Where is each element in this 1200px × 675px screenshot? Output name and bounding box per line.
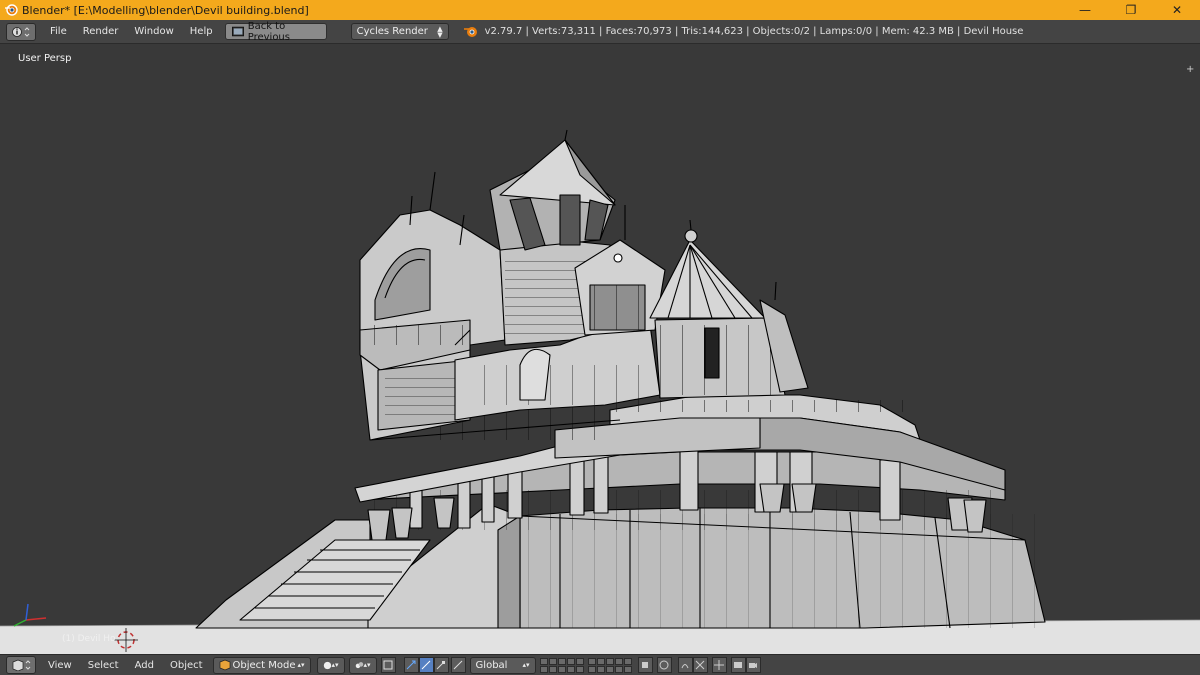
rotate-icon — [421, 660, 431, 670]
opengl-render-button[interactable] — [730, 657, 746, 673]
grid-icon — [714, 660, 725, 670]
manipulator-icon — [383, 660, 393, 670]
layers-grid-b[interactable] — [587, 657, 632, 673]
updown-arrows-icon: ▴▾ — [363, 661, 371, 669]
translate-icon — [406, 660, 416, 670]
cone-tower — [649, 219, 809, 399]
view-perspective-label: User Persp — [18, 53, 72, 64]
active-object-label: (1) Devil Ho — [62, 634, 116, 644]
devil-house-mesh — [195, 129, 1046, 629]
menu-render[interactable]: Render — [75, 26, 127, 37]
camera-icon — [749, 663, 758, 668]
rotate-tool[interactable] — [418, 657, 434, 673]
orientation-value: Global — [475, 659, 508, 671]
blender-window: Blender* [E:\Modelling\blender\Devil bui… — [0, 0, 1200, 675]
updown-arrows-icon: ▴▾ — [522, 661, 530, 669]
opengl-animation-button[interactable] — [745, 657, 761, 673]
transform-extra-tool[interactable] — [450, 657, 466, 673]
scene-statistics: v2.79.7 | Verts:73,311 | Faces:70,973 | … — [484, 26, 1024, 37]
pivot-icon — [355, 661, 363, 668]
cube-editor-icon — [12, 659, 31, 671]
window-controls: — ❐ ✕ — [1062, 0, 1200, 20]
menu-file[interactable]: File — [42, 26, 75, 37]
menu-help[interactable]: Help — [182, 26, 221, 37]
updown-arrows-icon: ▴▾ — [297, 661, 305, 669]
snap-icon — [681, 664, 689, 669]
grid-snap-toggle[interactable] — [711, 657, 727, 673]
shading-icon — [323, 661, 331, 669]
window-title: Blender* [E:\Modelling\blender\Devil bui… — [22, 3, 309, 17]
axis-gizmo — [13, 603, 47, 627]
pivot-dropdown[interactable]: ▴▾ — [348, 656, 377, 674]
scale-icon — [436, 661, 446, 670]
layers-grid-a[interactable] — [539, 657, 584, 673]
properties-toggle[interactable]: + — [1186, 64, 1196, 78]
menu-select[interactable]: Select — [80, 660, 127, 671]
proportional-icon — [659, 660, 669, 670]
viewport-header: View Select Add Object Object Mode ▴▾ ▴▾… — [0, 654, 1200, 675]
screen-icon — [231, 26, 244, 37]
translate-tool[interactable] — [403, 657, 419, 673]
proportional-editing-toggle[interactable] — [656, 657, 672, 673]
render-icon — [734, 662, 743, 668]
editor-type-icon — [12, 26, 30, 37]
back-to-previous-label: Back to Previous — [247, 20, 290, 43]
close-button[interactable]: ✕ — [1154, 0, 1200, 20]
manipulator-toggle[interactable] — [380, 657, 396, 673]
viewport-shading-dropdown[interactable]: ▴▾ — [316, 656, 345, 674]
editor-type-selector-3d[interactable] — [6, 656, 36, 674]
back-to-previous-button[interactable]: Back to Previous — [224, 20, 327, 43]
layers-icon — [642, 662, 649, 668]
lock-camera-toggle[interactable] — [637, 657, 653, 673]
blender-logo-icon — [463, 26, 477, 37]
arrow-icon — [453, 660, 463, 670]
mode-value: Object Mode — [232, 659, 296, 671]
blender-logo-icon — [2, 1, 20, 19]
mode-dropdown[interactable]: Object Mode ▴▾ — [212, 656, 311, 674]
snap-element-dropdown[interactable] — [692, 657, 708, 673]
snap-toggle[interactable] — [677, 657, 693, 673]
menu-object[interactable]: Object — [162, 660, 211, 671]
menu-add[interactable]: Add — [127, 660, 162, 671]
menu-window[interactable]: Window — [126, 26, 181, 37]
updown-arrows-icon: ▲ ▼ — [437, 24, 443, 39]
info-header: File Render Window Help Back to Previous… — [0, 20, 1200, 44]
editor-type-selector[interactable] — [6, 22, 36, 41]
minimize-button[interactable]: — — [1062, 0, 1108, 20]
restore-button[interactable]: ❐ — [1108, 0, 1154, 20]
menu-view[interactable]: View — [40, 660, 80, 671]
render-engine-value: Cycles Render — [356, 26, 428, 37]
snap-element-icon — [695, 660, 705, 670]
title-bar: Blender* [E:\Modelling\blender\Devil bui… — [0, 0, 1200, 20]
scene-render — [0, 129, 1200, 654]
render-engine-dropdown[interactable]: Cycles Render ▲ ▼ — [350, 23, 449, 40]
3d-viewport[interactable]: User Persp (1) Devil Ho + — [0, 44, 1200, 654]
scale-tool[interactable] — [433, 657, 449, 673]
transform-orientation-dropdown[interactable]: Global ▴▾ — [469, 656, 536, 674]
object-mode-icon — [219, 659, 230, 671]
updown-arrows-icon: ▴▾ — [331, 661, 339, 669]
